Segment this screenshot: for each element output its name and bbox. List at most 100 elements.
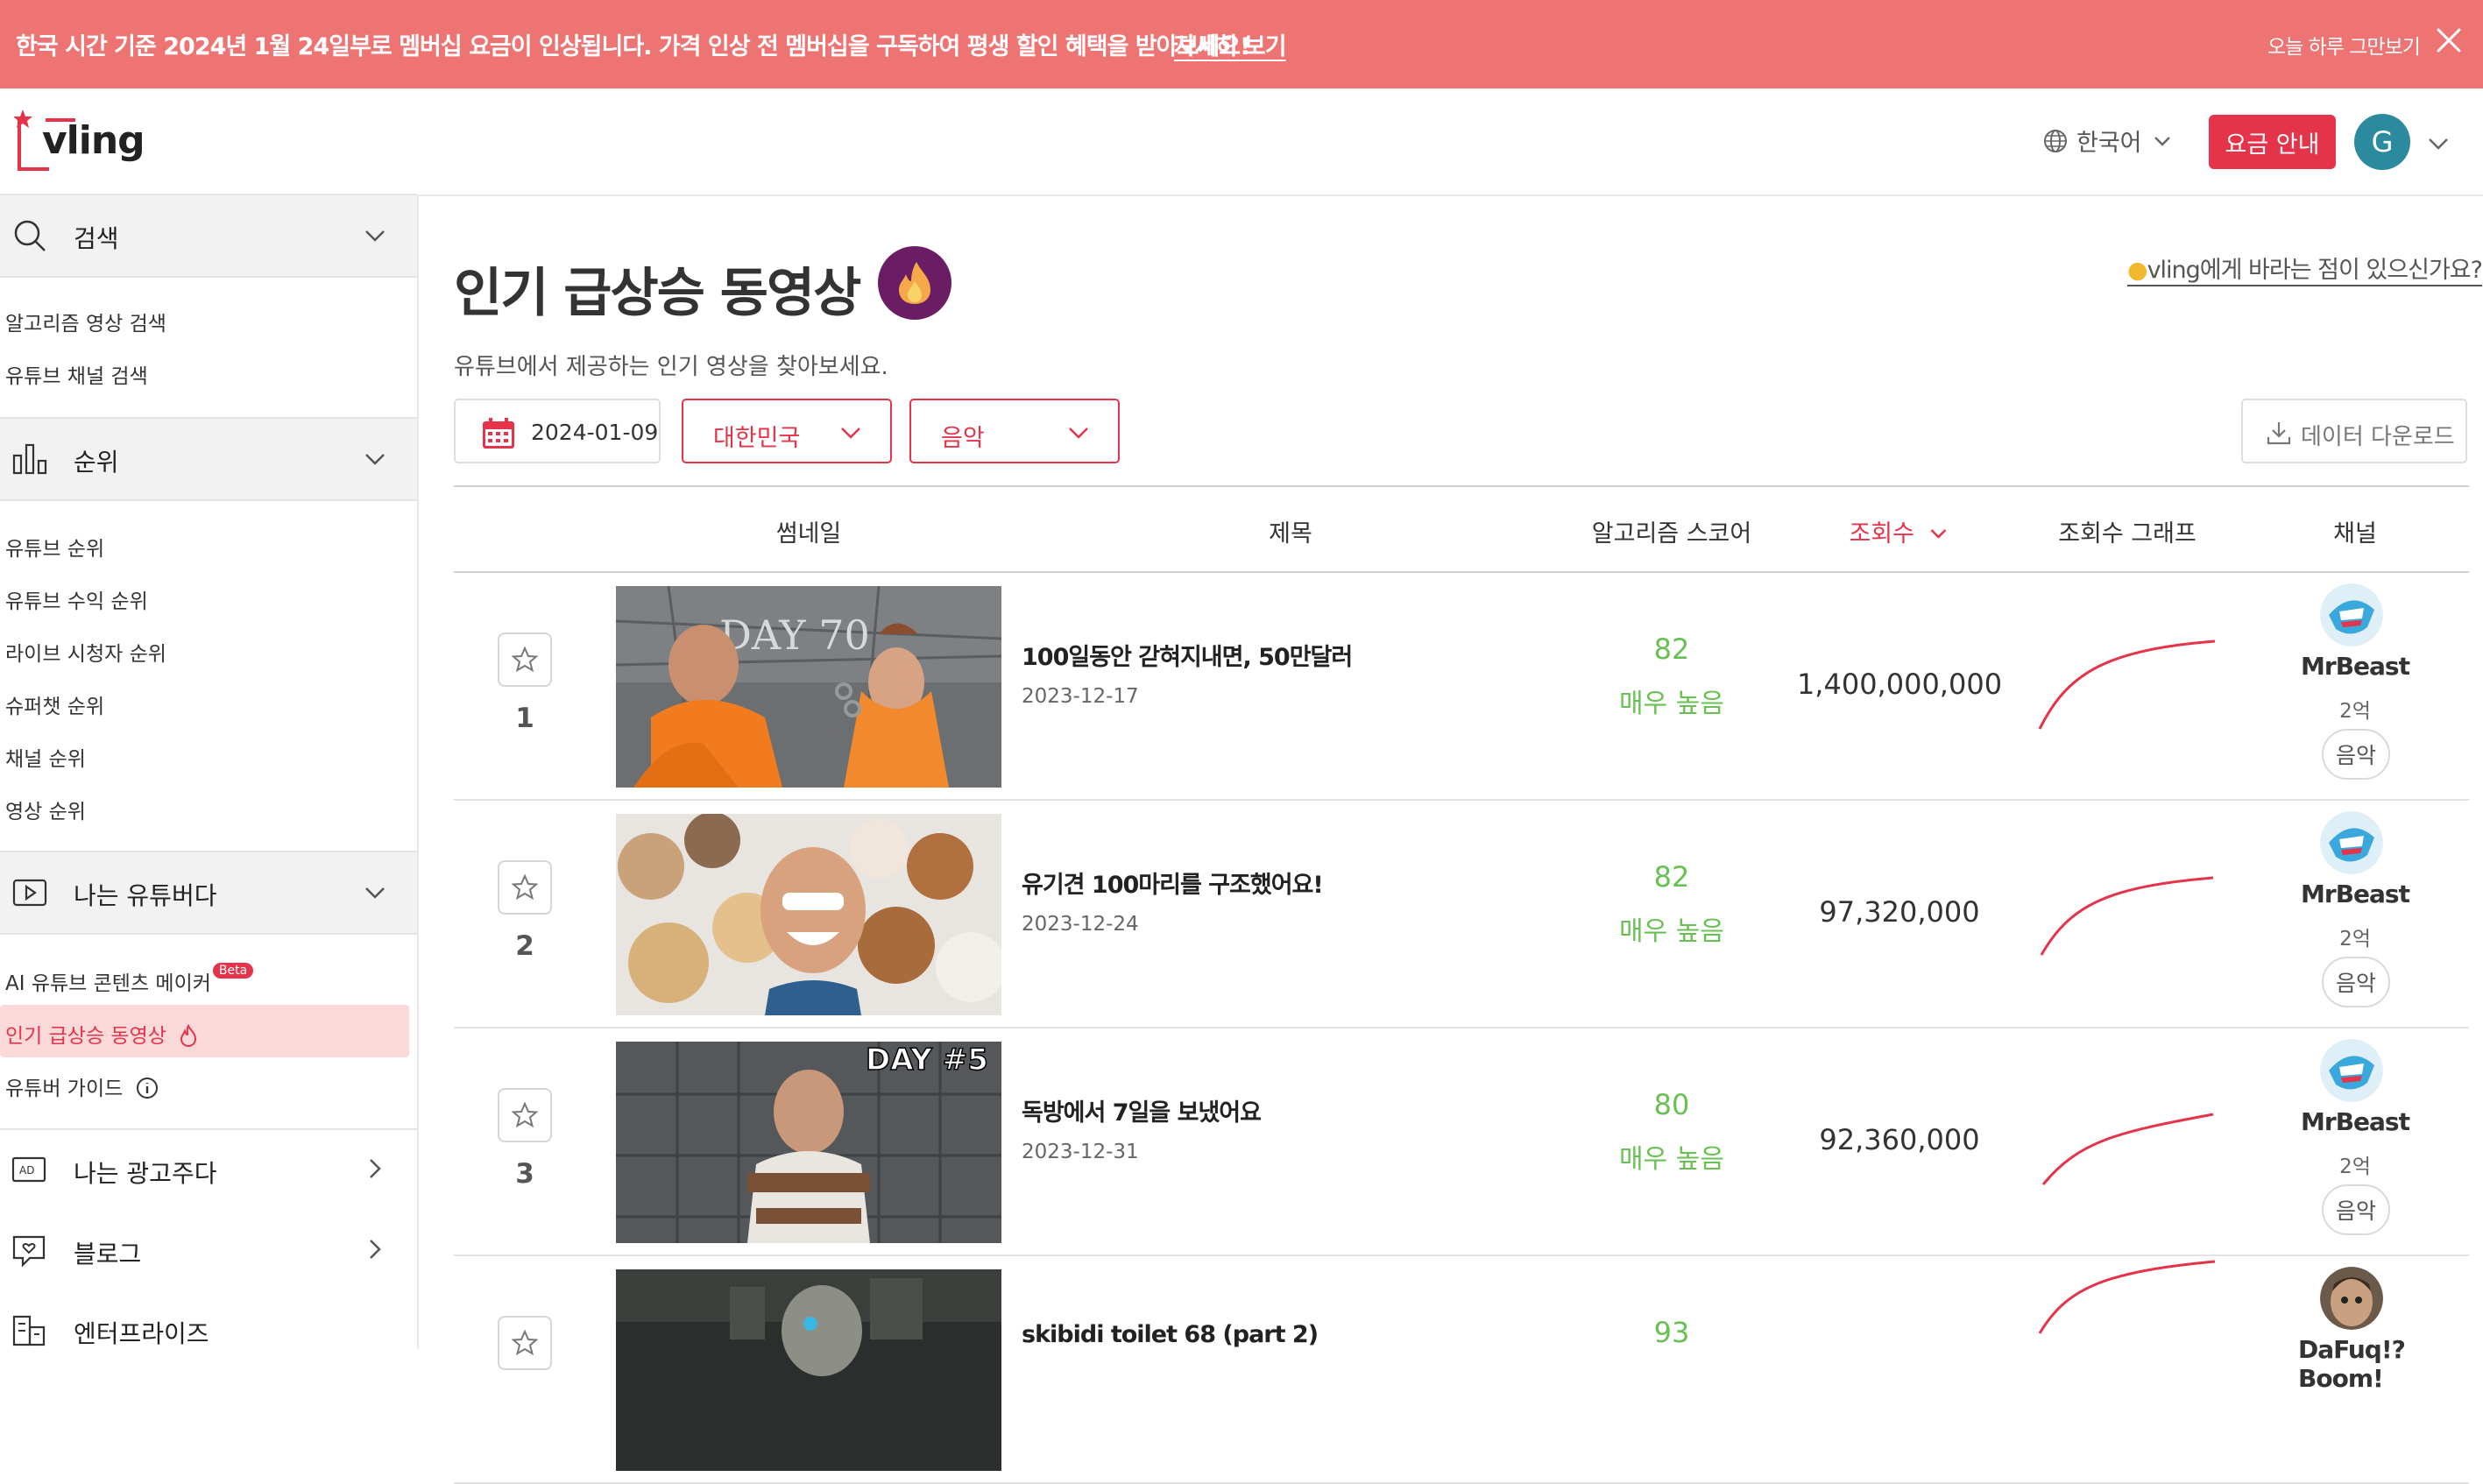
column-algorithm-score: 알고리즘 스코어 xyxy=(1591,520,1752,548)
sidebar-section-enterprise[interactable]: 엔터프라이즈 xyxy=(0,1290,417,1369)
sidebar-section-ranking[interactable]: 순위 xyxy=(0,417,417,501)
section-title: 나는 광고주다 xyxy=(74,1159,217,1188)
section-title: 순위 xyxy=(74,448,119,477)
video-play-icon xyxy=(12,879,47,907)
favorite-button[interactable] xyxy=(498,1316,552,1370)
sidebar-item-trending-videos[interactable]: 인기 급상승 동영상 xyxy=(5,1019,201,1049)
channel-name[interactable]: MrBeast xyxy=(2301,1107,2410,1136)
announcement-banner: 한국 시간 기준 2024년 1월 24일부로 멤버십 요금이 인상됩니다. 가… xyxy=(0,0,2483,88)
user-avatar[interactable]: G xyxy=(2354,114,2410,170)
banner-dismiss-today[interactable]: 오늘 하루 그만보기 xyxy=(2267,30,2421,60)
algorithm-score-label: 매우 높음 xyxy=(1619,916,1724,947)
date-picker[interactable]: 2024-01-09 xyxy=(454,399,661,463)
section-title: 블로그 xyxy=(74,1240,142,1268)
column-thumbnail: 썸네일 xyxy=(775,520,842,548)
favorite-button[interactable] xyxy=(498,1088,552,1142)
channel-subscribers: 2억 xyxy=(2339,700,2371,723)
column-views-sort[interactable]: 조회수 xyxy=(1849,514,1949,548)
language-selector[interactable]: 한국어 xyxy=(2043,124,2174,158)
star-icon xyxy=(511,646,539,673)
video-title[interactable]: 독방에서 7일을 보냈어요 xyxy=(1022,1093,1262,1127)
channel-avatar[interactable] xyxy=(2320,1039,2383,1102)
favorite-button[interactable] xyxy=(498,860,552,915)
star-icon xyxy=(511,1329,539,1356)
chevron-down-icon xyxy=(365,230,385,242)
video-thumbnail[interactable]: DAY #5 xyxy=(616,1042,1001,1243)
sidebar-item-channel-search[interactable]: 유튜브 채널 검색 xyxy=(5,359,148,389)
country-select[interactable]: 대한민국 xyxy=(682,399,892,463)
table-row[interactable]: 1 DAY 70 100일동안 갇혀지내면, 50만달러 2023-12-17 … xyxy=(454,571,2469,801)
sidebar-item-youtube-ranking[interactable]: 유튜브 순위 xyxy=(5,532,104,562)
channel-name[interactable]: DaFuq!?Boom! xyxy=(2298,1335,2412,1393)
sidebar-item-algorithm-search[interactable]: 알고리즘 영상 검색 xyxy=(5,307,166,336)
data-download-button[interactable]: 데이터 다운로드 xyxy=(2241,399,2467,463)
view-count: 92,360,000 xyxy=(1819,1123,1980,1156)
sidebar-section-search[interactable]: 검색 xyxy=(0,194,417,278)
category-select[interactable]: 음악 xyxy=(909,399,1120,463)
sidebar-item-live-ranking[interactable]: 라이브 시청자 순위 xyxy=(5,637,166,667)
category-value: 음악 xyxy=(941,425,985,452)
column-views-label: 조회수 xyxy=(1849,520,1914,548)
video-thumbnail[interactable]: DAY 70 xyxy=(616,586,1001,788)
section-title: 나는 유튜버다 xyxy=(74,881,217,910)
channel-category-tag[interactable]: 음악 xyxy=(2322,729,2390,780)
video-title[interactable]: 100일동안 갇혀지내면, 50만달러 xyxy=(1022,638,1353,672)
video-thumbnail[interactable] xyxy=(616,814,1001,1015)
channel-category-tag[interactable]: 음악 xyxy=(2322,957,2390,1007)
table-row[interactable]: 2 유기견 100마리를 구조했어요! 2023-12-24 82 매우 높음 … xyxy=(454,799,2469,1028)
column-title: 제목 xyxy=(1269,520,1312,548)
banner-details-link[interactable]: 자세히 보기 xyxy=(1174,27,1287,61)
channel-avatar[interactable] xyxy=(2320,811,2383,874)
video-title[interactable]: skibidi toilet 68 (part 2) xyxy=(1022,1321,1319,1348)
bar-chart-icon xyxy=(12,443,47,475)
video-thumbnail[interactable] xyxy=(616,1269,1001,1471)
sidebar-item-ai-content-maker[interactable]: AI 유튜브 콘텐츠 메이커Beta xyxy=(5,963,254,996)
sidebar-item-revenue-ranking[interactable]: 유튜브 수익 순위 xyxy=(5,584,148,614)
chevron-down-icon xyxy=(1069,428,1088,439)
channel-name[interactable]: MrBeast xyxy=(2301,652,2410,681)
page-title: 인기 급상승 동영상 xyxy=(454,263,861,324)
sidebar: 검색 알고리즘 영상 검색 유튜브 채널 검색 순위 유튜브 순위 유튜브 수익… xyxy=(0,194,419,1349)
chevron-down-icon xyxy=(365,887,385,899)
building-icon xyxy=(12,1315,46,1346)
search-icon xyxy=(14,220,46,251)
sidebar-section-blog[interactable]: 블로그 xyxy=(0,1211,417,1290)
chevron-down-icon xyxy=(2154,136,2170,146)
column-channel: 채널 xyxy=(2333,520,2377,548)
video-date: 2023-12-31 xyxy=(1022,1141,1139,1163)
close-icon[interactable] xyxy=(2431,23,2466,58)
thumb-day-text: DAY 70 xyxy=(719,611,870,659)
sidebar-section-advertiser[interactable]: AD 나는 광고주다 xyxy=(0,1130,417,1209)
favorite-button[interactable] xyxy=(498,632,552,687)
channel-avatar[interactable] xyxy=(2320,583,2383,647)
views-sparkline xyxy=(2041,1113,2214,1185)
section-title: 엔터프라이즈 xyxy=(74,1319,209,1348)
views-sparkline xyxy=(2038,1260,2216,1334)
face-avatar-icon xyxy=(2320,1267,2383,1330)
vling-logo[interactable]: vling xyxy=(13,108,145,178)
channel-avatar[interactable] xyxy=(2320,1267,2383,1330)
sidebar-item-youtuber-guide[interactable]: 유튜버 가이드 xyxy=(5,1071,159,1101)
channel-name[interactable]: MrBeast xyxy=(2301,880,2410,908)
country-value: 대한민국 xyxy=(713,425,801,452)
sidebar-item-channel-ranking[interactable]: 채널 순위 xyxy=(5,742,86,772)
language-label: 한국어 xyxy=(2076,130,2142,157)
sidebar-item-superchat-ranking[interactable]: 슈퍼챗 순위 xyxy=(5,689,104,719)
lightbulb-icon: ● xyxy=(2127,257,2148,284)
feedback-link[interactable]: ●vling에게 바라는 점이 있으신가요? xyxy=(2127,251,2483,285)
channel-category-tag[interactable]: 음악 xyxy=(2322,1184,2390,1235)
pricing-button[interactable]: 요금 안내 xyxy=(2209,115,2336,169)
rank-number: 3 xyxy=(515,1158,534,1190)
sidebar-item-video-ranking[interactable]: 영상 순위 xyxy=(5,795,86,824)
chevron-down-icon[interactable] xyxy=(2425,131,2451,157)
sidebar-section-youtuber[interactable]: 나는 유튜버다 xyxy=(0,851,417,935)
table-row[interactable]: skibidi toilet 68 (part 2) 93 DaFuq!?Boo… xyxy=(454,1254,2469,1484)
puppies-thumbnail-image xyxy=(616,814,1001,1015)
algorithm-score: 93 xyxy=(1653,1316,1690,1349)
table-row[interactable]: 3 DAY #5 독방에서 7일을 보냈어요 2023-12-31 80 매우 … xyxy=(454,1027,2469,1256)
video-title[interactable]: 유기견 100마리를 구조했어요! xyxy=(1022,866,1324,900)
sidebar-item-label: 인기 급상승 동영상 xyxy=(5,1025,166,1048)
feedback-label: vling에게 바라는 점이 있으신가요? xyxy=(2147,257,2483,284)
thumb-day-text: DAY #5 xyxy=(866,1042,988,1078)
chevron-down-icon xyxy=(365,454,385,465)
